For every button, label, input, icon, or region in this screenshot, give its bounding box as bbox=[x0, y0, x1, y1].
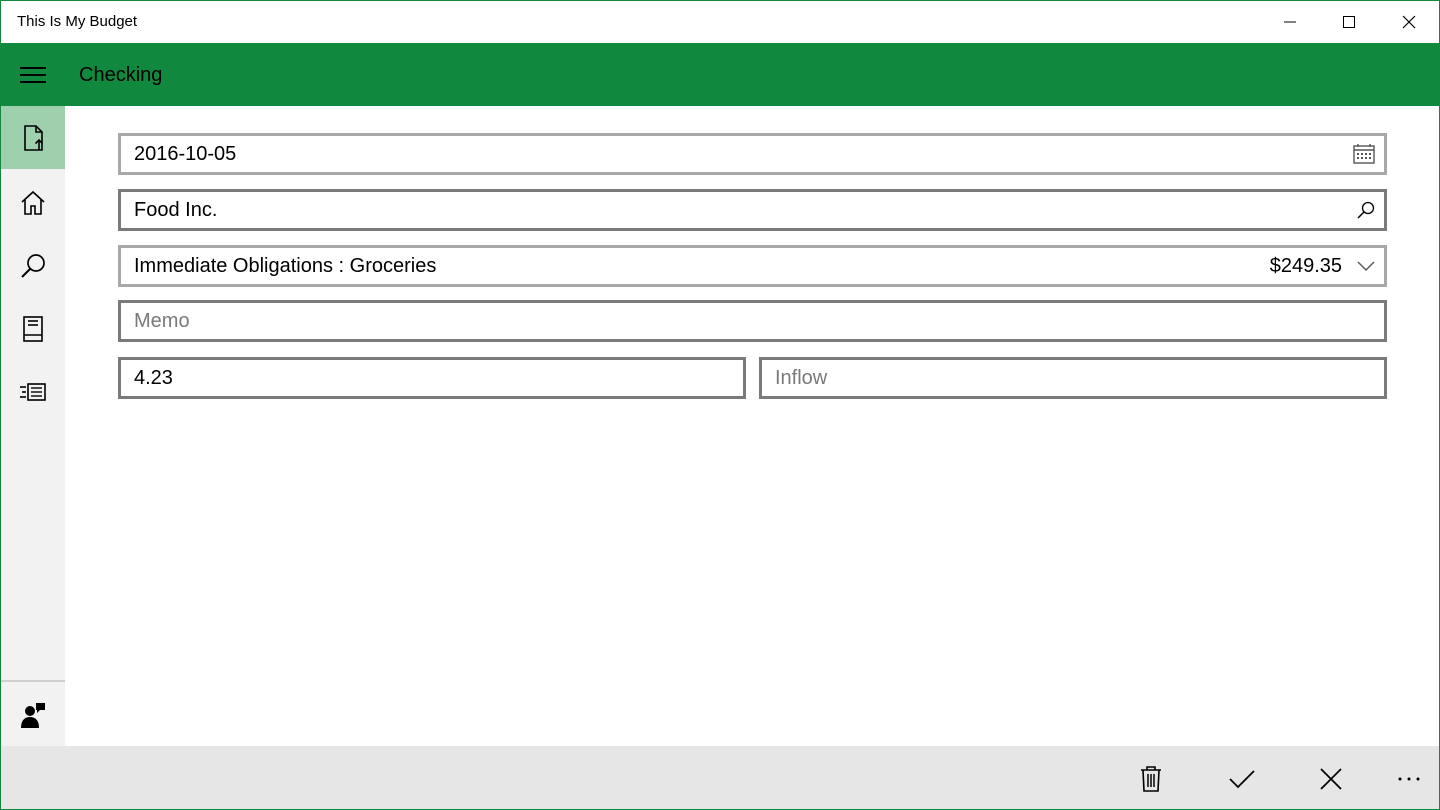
hamburger-icon bbox=[20, 66, 46, 83]
app-window: This Is My Budget Checking 2016-10-05 Fo… bbox=[0, 0, 1440, 810]
sidebar bbox=[1, 106, 65, 746]
new-document-icon bbox=[24, 124, 44, 151]
chevron-down-icon bbox=[1357, 261, 1375, 271]
search-icon bbox=[21, 253, 45, 278]
maximize-button[interactable] bbox=[1319, 1, 1379, 43]
sidebar-item-home[interactable] bbox=[1, 171, 65, 234]
date-value: 2016-10-05 bbox=[134, 142, 237, 165]
page-title: Checking bbox=[79, 64, 163, 86]
delete-icon bbox=[1141, 765, 1161, 792]
sidebar-item-book[interactable] bbox=[1, 297, 65, 360]
home-icon bbox=[21, 190, 45, 215]
minimize-button[interactable] bbox=[1260, 1, 1320, 43]
payee-field[interactable]: Food Inc. bbox=[118, 189, 1387, 231]
inflow-field[interactable]: Inflow bbox=[759, 357, 1387, 399]
maximize-icon bbox=[1343, 16, 1355, 28]
payee-value: Food Inc. bbox=[134, 198, 218, 221]
delete-button[interactable] bbox=[1123, 746, 1179, 809]
minimize-icon bbox=[1284, 21, 1296, 23]
sidebar-item-feedback[interactable] bbox=[1, 683, 65, 746]
inflow-placeholder: Inflow bbox=[775, 366, 828, 389]
category-available-amount: $249.35 bbox=[1269, 254, 1342, 277]
cancel-button[interactable] bbox=[1303, 746, 1359, 809]
outflow-value: 4.23 bbox=[134, 366, 173, 389]
calendar-icon bbox=[1353, 144, 1375, 164]
more-icon bbox=[1398, 777, 1420, 780]
outflow-field[interactable]: 4.23 bbox=[118, 357, 746, 399]
more-button[interactable] bbox=[1381, 746, 1437, 809]
accept-icon bbox=[1229, 769, 1255, 788]
app-header: Checking bbox=[1, 43, 1439, 106]
title-bar: This Is My Budget bbox=[1, 1, 1439, 43]
category-value: Immediate Obligations : Groceries bbox=[134, 254, 437, 277]
close-button[interactable] bbox=[1379, 1, 1439, 43]
search-icon bbox=[1357, 201, 1375, 219]
hamburger-button[interactable] bbox=[1, 43, 65, 106]
list-icon bbox=[20, 382, 46, 401]
accept-button[interactable] bbox=[1214, 746, 1270, 809]
calendar-button[interactable] bbox=[1352, 143, 1384, 165]
cancel-icon bbox=[1320, 767, 1342, 790]
payee-search-button[interactable] bbox=[1356, 200, 1384, 220]
window-title: This Is My Budget bbox=[17, 13, 138, 30]
category-dropdown[interactable]: Immediate Obligations : Groceries $249.3… bbox=[118, 245, 1387, 287]
feedback-icon bbox=[21, 702, 45, 728]
close-icon bbox=[1402, 15, 1416, 29]
sidebar-item-new-transaction[interactable] bbox=[1, 106, 65, 169]
book-icon bbox=[23, 315, 43, 342]
sidebar-item-search[interactable] bbox=[1, 234, 65, 297]
date-field[interactable]: 2016-10-05 bbox=[118, 133, 1387, 175]
memo-placeholder: Memo bbox=[134, 309, 190, 332]
memo-field[interactable]: Memo bbox=[118, 300, 1387, 342]
sidebar-divider bbox=[1, 680, 65, 682]
sidebar-item-list[interactable] bbox=[1, 360, 65, 423]
command-bar bbox=[1, 746, 1439, 809]
